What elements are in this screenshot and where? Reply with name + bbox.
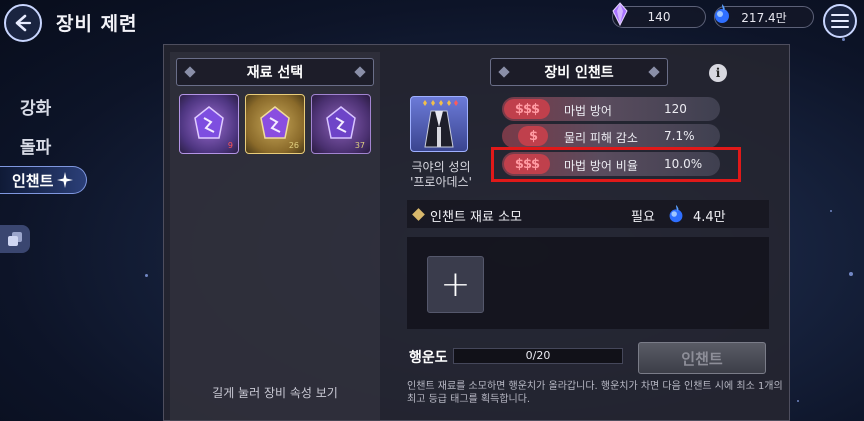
- luck-label: 행운도: [409, 350, 448, 366]
- equipment-thumbnail[interactable]: [410, 96, 468, 152]
- highlight-box: [491, 147, 741, 182]
- enchant-button-label: 인챈트: [681, 349, 723, 368]
- material-select-title: 재료 선택: [246, 65, 304, 81]
- background-star: [797, 400, 799, 402]
- robe-icon: [423, 100, 458, 148]
- material-slot-3[interactable]: 37: [311, 94, 371, 154]
- blue-orb-icon: [715, 4, 729, 23]
- equipment-enchant-header: 장비 인챈트: [490, 58, 668, 86]
- material-slot-2[interactable]: 26: [245, 94, 305, 154]
- background-star: [849, 272, 853, 276]
- menu-icon-line: [831, 20, 849, 22]
- material-select-header: 재료 선택: [176, 58, 374, 86]
- stat-value: 120: [664, 102, 687, 116]
- luck-progress-text: 0/20: [525, 349, 551, 362]
- add-material-button[interactable]: +: [427, 256, 484, 313]
- stat-grade-badge: $: [518, 126, 548, 146]
- equipment-enchant-title: 장비 인챈트: [544, 65, 614, 81]
- menu-icon-line: [831, 14, 849, 16]
- background-star: [830, 210, 832, 212]
- menu-button[interactable]: [823, 4, 857, 38]
- sidebar-item-enchant-label: 인챈트: [12, 171, 54, 190]
- enchant-button[interactable]: 인챈트: [638, 342, 766, 374]
- equipment-name: 극야의 성의 '프로아데스': [395, 160, 487, 190]
- top-bar: 장비 제련 140 217.4만: [0, 0, 864, 44]
- purple-crystal-icon: [326, 106, 356, 139]
- luck-description: 인챈트 재료를 소모하면 행운치가 올라갑니다. 행운치가 차면 다음 인챈트 …: [407, 381, 783, 405]
- stat-grade-badge: $$$: [504, 99, 550, 119]
- stat-name: 물리 피해 감소: [564, 131, 638, 145]
- material-slot-1[interactable]: 9: [179, 94, 239, 154]
- material-slot-count: 37: [354, 141, 365, 150]
- info-icon[interactable]: i: [709, 64, 727, 82]
- cost-diamond-icon: [412, 208, 425, 221]
- crystal-icon: [612, 2, 628, 26]
- sparkle-icon: [57, 172, 74, 188]
- purple-crystal-icon: [194, 106, 224, 139]
- stat-row-physical-damage-reduction: $ 물리 피해 감소 7.1%: [502, 124, 720, 148]
- sidebar-item-enchant[interactable]: 인챈트: [0, 166, 87, 194]
- stat-row-magic-defense: $$$ 마법 방어 120: [502, 97, 720, 121]
- material-slot-count: 9: [227, 141, 233, 150]
- layers-icon: [8, 232, 22, 246]
- equipment-name-line1: 극야의 성의: [411, 160, 471, 174]
- enchant-material-cost-bar: 인챈트 재료 소모 필요 4.4만: [407, 200, 769, 228]
- menu-icon-line: [831, 26, 849, 28]
- equipment-name-line2: '프로아데스': [410, 175, 472, 189]
- orb-currency-value: 217.4만: [741, 10, 787, 25]
- sidebar-item-breakthrough[interactable]: 돌파: [20, 133, 51, 158]
- page-title: 장비 제련: [56, 13, 138, 35]
- background-star: [145, 274, 148, 277]
- cost-amount: 4.4만: [693, 210, 726, 225]
- stat-value: 7.1%: [664, 129, 695, 143]
- sidebar-item-reinforce[interactable]: 강화: [20, 94, 51, 119]
- crystal-currency-value: 140: [647, 10, 671, 24]
- gold-crystal-icon: [260, 106, 290, 139]
- back-arrow-icon: [15, 14, 32, 32]
- copy-panel-button[interactable]: [0, 225, 30, 253]
- material-slot-count: 26: [288, 141, 299, 150]
- long-press-hint: 길게 눌러 장비 속성 보기: [212, 386, 338, 400]
- luck-progress-bar: 0/20: [453, 348, 623, 364]
- cost-required-label: 필요: [631, 210, 655, 225]
- cost-label: 인챈트 재료 소모: [430, 210, 522, 225]
- back-button[interactable]: [4, 4, 42, 42]
- stat-name: 마법 방어: [564, 104, 612, 118]
- blue-orb-icon: [669, 204, 683, 223]
